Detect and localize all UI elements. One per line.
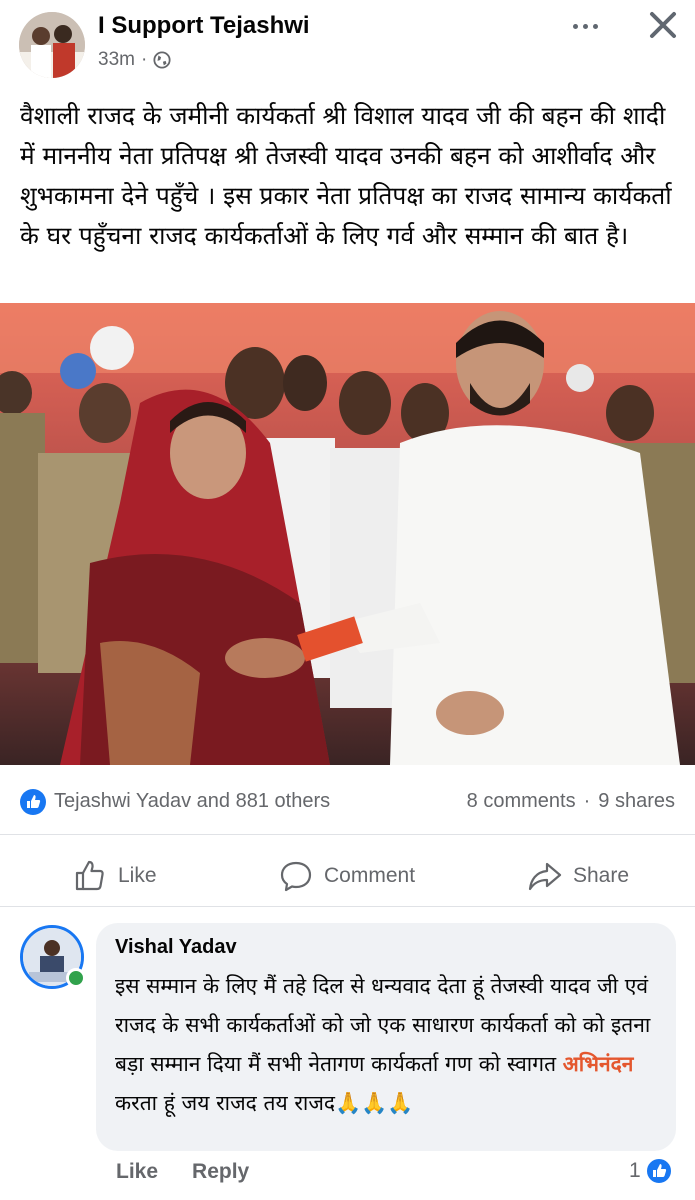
page-name[interactable]: I Support Tejashwi [98, 12, 310, 40]
comment-button[interactable]: Comment [278, 856, 415, 896]
comment-highlight-link[interactable]: अभिनंदन [563, 1052, 634, 1076]
action-bar: Like Comment Share [0, 848, 695, 904]
post-time[interactable]: 33m [98, 49, 135, 71]
share-label: Share [573, 864, 630, 887]
online-status-icon [66, 968, 86, 988]
globe-icon [153, 51, 171, 69]
comment-reaction-count[interactable]: 1 [629, 1157, 673, 1185]
share-icon [528, 862, 562, 891]
shares-count[interactable]: 9 shares [598, 790, 675, 813]
page-avatar[interactable] [19, 12, 85, 78]
reaction-stats: Tejashwi Yadav and 881 others 8 comments… [0, 782, 695, 822]
comment-text: इस सम्मान के लिए मैं तहे दिल से धन्यवाद … [115, 967, 658, 1123]
post-meta: 33m · [98, 49, 171, 71]
counts-separator: · [583, 790, 591, 812]
comment-icon [280, 861, 312, 892]
close-icon[interactable] [644, 6, 682, 44]
divider [0, 834, 695, 835]
reactions-summary[interactable]: Tejashwi Yadav and 881 others [54, 790, 330, 813]
share-button[interactable]: Share [527, 856, 629, 896]
thumbs-up-icon [75, 860, 104, 891]
like-label: Like [118, 864, 157, 887]
post-photo[interactable] [0, 303, 695, 765]
comment-like-button[interactable]: Like [116, 1160, 158, 1184]
post-text: वैशाली राजद के जमीनी कार्यकर्ता श्री विश… [20, 101, 672, 250]
comment-actions: Like Reply [116, 1160, 249, 1184]
commenter-name[interactable]: Vishal Yadav [115, 935, 658, 959]
comment-reaction-number: 1 [629, 1159, 641, 1182]
post-header: I Support Tejashwi 33m · [0, 0, 695, 90]
comment-label: Comment [324, 864, 416, 887]
divider [0, 906, 695, 907]
page-avatar-image [19, 12, 85, 78]
like-button[interactable]: Like [72, 856, 157, 896]
meta-separator: · [140, 49, 148, 70]
wedding-photo [0, 303, 695, 765]
comments-count[interactable]: 8 comments [467, 790, 576, 813]
like-reaction-icon [644, 1157, 673, 1185]
more-icon[interactable] [563, 16, 607, 36]
comment-bubble: Vishal Yadav इस सम्मान के लिए मैं तहे दि… [96, 923, 676, 1151]
comment-reply-button[interactable]: Reply [192, 1160, 249, 1184]
engagement-counts: 8 comments · 9 shares [467, 790, 675, 813]
comment-text-end: करता हूं जय राजद तय राजद🙏🙏🙏 [115, 1091, 414, 1115]
like-reaction-icon[interactable] [20, 789, 46, 815]
